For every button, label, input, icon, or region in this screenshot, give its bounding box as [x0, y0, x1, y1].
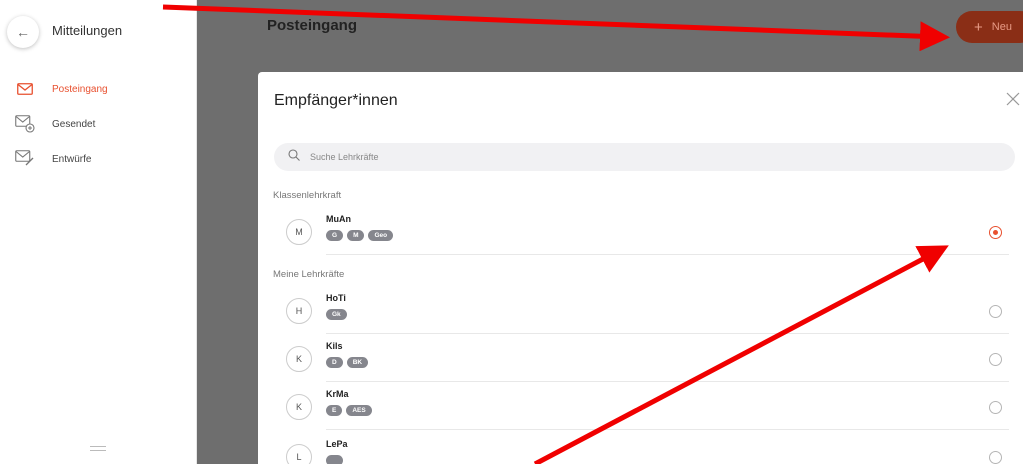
modal-title: Empfänger*innen	[274, 92, 398, 109]
divider	[326, 333, 1009, 334]
page-title: Posteingang	[267, 17, 358, 34]
recipient-row[interactable]: K Kils D BK	[286, 336, 1021, 382]
section-label: Klassenlehrkraft	[273, 190, 342, 201]
section-label: Meine Lehrkräfte	[273, 269, 345, 280]
new-message-button[interactable]: + Neu	[956, 11, 1023, 43]
search-input[interactable]	[310, 152, 910, 162]
divider	[326, 254, 1009, 255]
sidebar: ← Mitteilungen Posteingang Gesendet Entw…	[0, 0, 197, 464]
select-radio[interactable]	[989, 451, 1002, 464]
avatar: L	[286, 444, 312, 464]
close-icon[interactable]	[1003, 89, 1023, 109]
subject-tag	[326, 455, 344, 464]
subject-tag: G	[326, 230, 344, 241]
sidebar-item-inbox[interactable]: Posteingang	[14, 79, 108, 99]
back-button[interactable]: ←	[7, 16, 39, 48]
subject-tag: D	[326, 357, 343, 368]
select-radio[interactable]	[989, 353, 1002, 366]
select-radio[interactable]	[989, 226, 1002, 239]
envelope-draft-icon	[14, 150, 36, 168]
subject-tag: BK	[346, 357, 369, 368]
new-button-label: Neu	[991, 21, 1012, 33]
envelope-sent-icon	[14, 115, 36, 133]
recipients-modal: Empfänger*innen Klassenlehrkraft M MuAn …	[258, 72, 1023, 464]
recipient-row[interactable]: M MuAn G M Geo	[286, 209, 1021, 255]
search-bar	[274, 143, 1015, 171]
subject-tag: Geo	[368, 230, 394, 241]
envelope-icon	[14, 80, 36, 98]
avatar: H	[286, 298, 312, 324]
sidebar-item-drafts[interactable]: Entwürfe	[14, 149, 91, 169]
sidebar-item-label: Gesendet	[52, 118, 96, 130]
recipient-name: HoTi	[326, 293, 346, 303]
avatar: K	[286, 346, 312, 372]
recipient-row[interactable]: H HoTi Gk	[286, 288, 1021, 334]
recipient-row[interactable]: K KrMa E AES	[286, 384, 1021, 430]
recipient-name: KrMa	[326, 389, 349, 399]
select-radio[interactable]	[989, 305, 1002, 318]
subject-tag: Gk	[326, 309, 347, 320]
sidebar-item-sent[interactable]: Gesendet	[14, 114, 95, 134]
avatar: K	[286, 394, 312, 420]
sidebar-title: Mitteilungen	[52, 23, 123, 38]
subject-tag: M	[347, 230, 365, 241]
subject-tag: E	[326, 405, 343, 416]
sidebar-item-label: Entwürfe	[52, 153, 92, 165]
subject-tag: AES	[346, 405, 372, 416]
recipient-row[interactable]: L LePa	[286, 434, 1021, 464]
recipient-name: Kils	[326, 341, 343, 351]
arrow-left-icon: ←	[16, 24, 30, 40]
recipient-name: MuAn	[326, 214, 351, 224]
select-radio[interactable]	[989, 401, 1002, 414]
plus-icon: +	[974, 18, 983, 36]
search-icon	[288, 148, 300, 166]
recipient-name: LePa	[326, 439, 348, 449]
drag-handle[interactable]	[90, 446, 106, 451]
sidebar-item-label: Posteingang	[52, 83, 108, 95]
divider	[326, 429, 1009, 430]
divider	[326, 381, 1009, 382]
avatar: M	[286, 219, 312, 245]
